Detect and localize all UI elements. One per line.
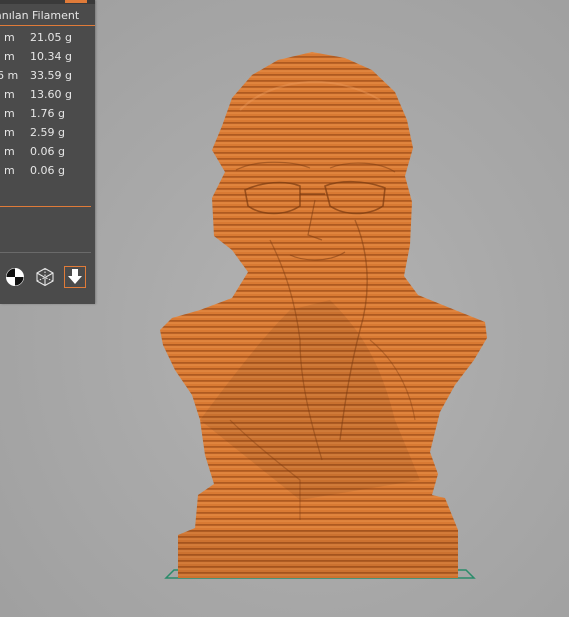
quadrant-view-icon: [6, 268, 24, 286]
filament-length: m: [4, 50, 15, 63]
filament-length: m: [4, 145, 15, 158]
header-divider: [0, 25, 95, 26]
filament-header-title: anılan Filament: [0, 9, 80, 22]
filament-row: m 0.06 g: [0, 161, 95, 180]
filament-weight: 13.60 g: [30, 88, 72, 101]
filament-weight: 2.59 g: [30, 126, 65, 139]
filament-row: m 2.59 g: [0, 123, 95, 142]
filament-row: m 10.34 g: [0, 47, 95, 66]
wireframe-cube-icon: [36, 267, 54, 287]
filament-length: m: [4, 88, 15, 101]
filament-row: m 21.05 g: [0, 28, 95, 47]
filament-weight: 21.05 g: [30, 31, 72, 44]
panel-accent-tab[interactable]: [65, 0, 87, 3]
panel-topbar: [0, 0, 95, 4]
quadrant-view-button[interactable]: [4, 266, 26, 288]
filament-usage-header: anılan Filament: [0, 8, 95, 24]
filament-weight: 1.76 g: [30, 107, 65, 120]
filament-row: m 1.76 g: [0, 104, 95, 123]
filament-length: m: [4, 107, 15, 120]
filament-row: 6 m 33.59 g: [0, 66, 95, 85]
filament-length: m: [4, 31, 15, 44]
section-divider: [0, 206, 91, 207]
filament-weight: 0.06 g: [30, 145, 65, 158]
download-arrow-icon: [68, 269, 82, 284]
layer-download-button[interactable]: [64, 266, 86, 288]
filament-length: m: [4, 164, 15, 177]
wireframe-view-button[interactable]: [34, 266, 56, 288]
filament-row: m 0.06 g: [0, 142, 95, 161]
filament-length: m: [4, 126, 15, 139]
filament-weight: 10.34 g: [30, 50, 72, 63]
filament-length: 6 m: [0, 69, 19, 82]
print-info-panel: anılan Filament m 21.05 g m 10.34 g 6 m …: [0, 0, 95, 304]
section-divider: [0, 252, 91, 253]
filament-weight: 0.06 g: [30, 164, 65, 177]
filament-weight: 33.59 g: [30, 69, 72, 82]
filament-row: m 13.60 g: [0, 85, 95, 104]
